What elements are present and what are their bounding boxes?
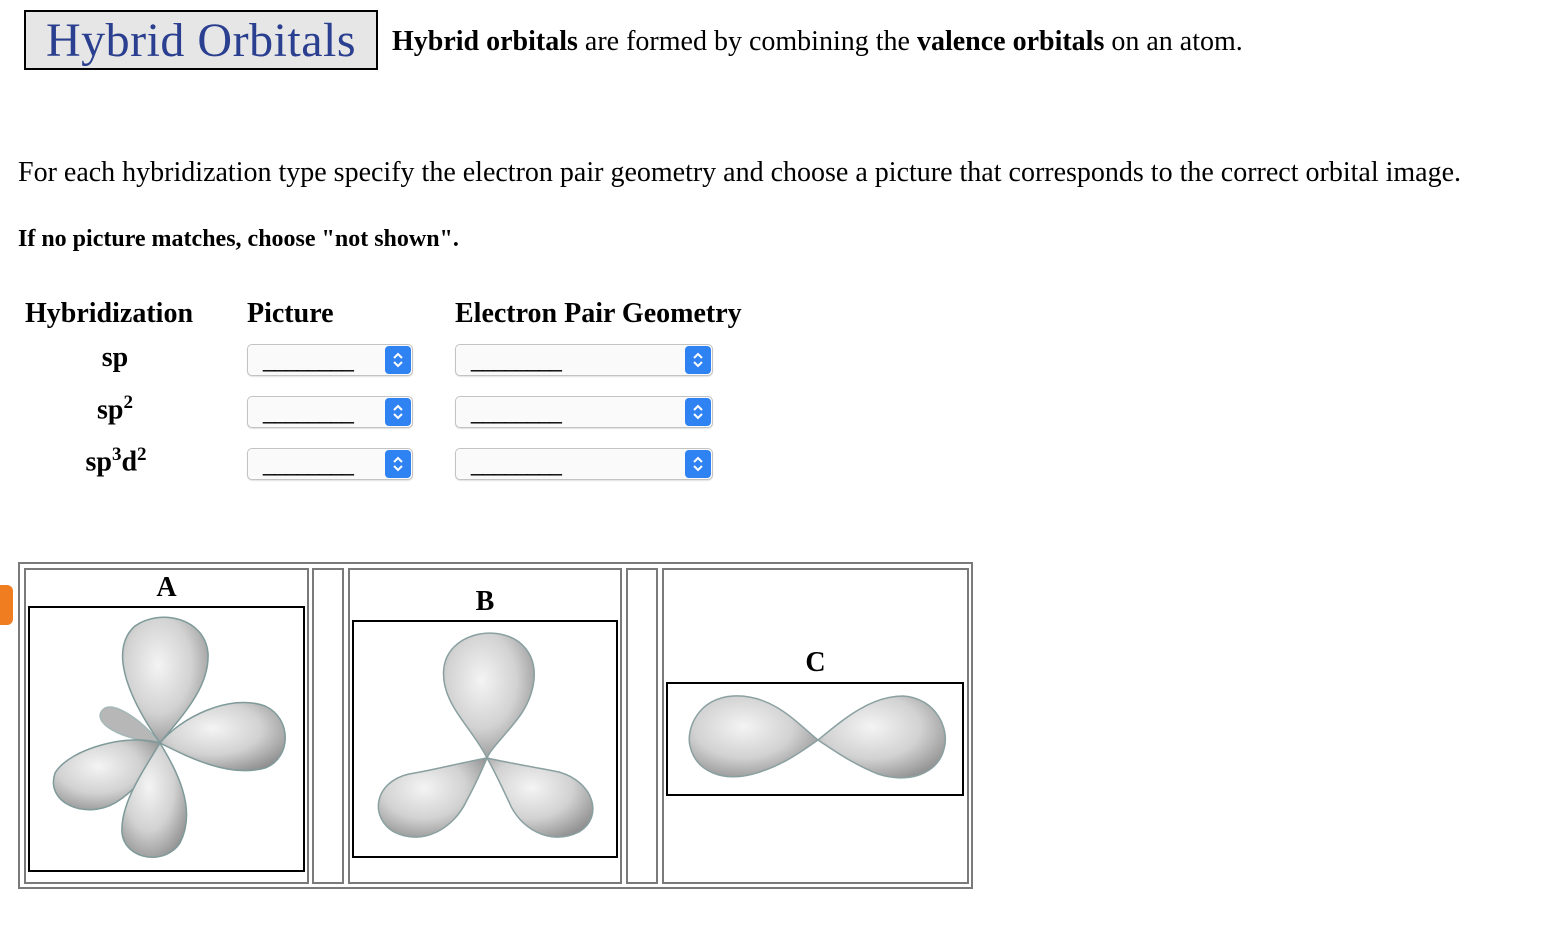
spacer-cell bbox=[312, 568, 344, 884]
intro-text: Hybrid orbitals are formed by combining … bbox=[392, 26, 1243, 58]
title-box: Hybrid Orbitals bbox=[24, 10, 378, 70]
page-title: Hybrid Orbitals bbox=[45, 13, 357, 67]
picture-label-c: C bbox=[805, 647, 826, 678]
three-lobe-orbital-image bbox=[377, 632, 594, 838]
picture-select-sp[interactable]: ________ bbox=[247, 344, 413, 376]
hyb-sup: 2 bbox=[137, 444, 147, 465]
hyb-base: sp bbox=[101, 342, 129, 373]
select-value: ________ bbox=[471, 451, 562, 476]
intro-part-end: on an atom. bbox=[1104, 26, 1243, 57]
hybridization-label-sp2: sp2 bbox=[55, 392, 175, 426]
intro-term-hybrid: Hybrid orbitals bbox=[392, 26, 578, 57]
hyb-base: sp bbox=[85, 446, 112, 478]
select-value: ________ bbox=[263, 347, 354, 372]
updown-chevron-icon bbox=[385, 398, 411, 426]
picture-select-sp3d2[interactable]: ________ bbox=[247, 448, 413, 480]
select-value: ________ bbox=[471, 399, 562, 424]
four-lobe-orbital-image bbox=[52, 616, 286, 858]
geometry-select-sp3d2[interactable]: ________ bbox=[455, 448, 713, 480]
hyb-base: sp bbox=[97, 394, 124, 426]
updown-chevron-icon bbox=[685, 450, 711, 478]
picture-frame-a bbox=[28, 606, 305, 872]
header-hybridization: Hybridization bbox=[25, 298, 194, 329]
hyb-sup: 2 bbox=[123, 392, 133, 413]
intro-part: are formed by combining the bbox=[577, 26, 917, 57]
updown-chevron-icon bbox=[385, 450, 411, 478]
spacer-cell bbox=[626, 568, 658, 884]
hybridization-label-sp3d2: sp3d2 bbox=[56, 444, 176, 478]
geometry-select-sp2[interactable]: ________ bbox=[455, 396, 713, 428]
header-picture: Picture bbox=[247, 298, 334, 329]
geometry-select-sp[interactable]: ________ bbox=[455, 344, 713, 376]
picture-label-a: A bbox=[156, 572, 177, 603]
header-geometry: Electron Pair Geometry bbox=[455, 298, 742, 329]
updown-chevron-icon bbox=[685, 398, 711, 426]
intro-term-valence: valence orbitals bbox=[916, 26, 1105, 57]
select-value: ________ bbox=[263, 399, 354, 424]
picture-frame-c bbox=[666, 682, 964, 796]
updown-chevron-icon bbox=[685, 346, 711, 374]
two-lobe-orbital-image bbox=[688, 695, 946, 779]
side-tab[interactable] bbox=[0, 585, 13, 625]
picture-label-b: B bbox=[475, 586, 495, 617]
picture-select-sp2[interactable]: ________ bbox=[247, 396, 413, 428]
select-value: ________ bbox=[263, 451, 354, 476]
hyb-mid: d bbox=[121, 446, 138, 478]
instructions-note: If no picture matches, choose "not shown… bbox=[18, 226, 459, 252]
hybridization-label-sp: sp bbox=[55, 342, 175, 374]
hyb-sup: 3 bbox=[111, 444, 122, 465]
updown-chevron-icon bbox=[385, 346, 411, 374]
picture-frame-b bbox=[352, 620, 618, 858]
instructions: For each hybridization type specify the … bbox=[18, 157, 1462, 188]
select-value: ________ bbox=[471, 347, 562, 372]
